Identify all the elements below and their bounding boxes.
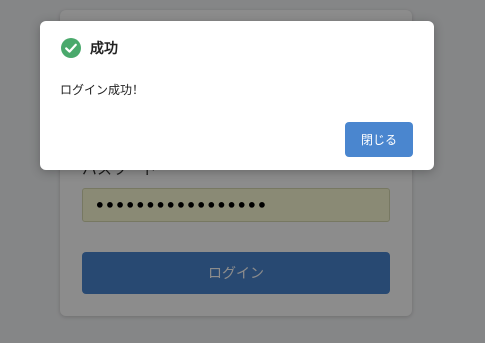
- dialog-message: ログイン成功！: [60, 83, 145, 97]
- close-button[interactable]: 閉じる: [345, 122, 413, 157]
- check-circle-icon: [60, 37, 82, 59]
- dialog-title: 成功: [90, 41, 118, 57]
- success-dialog: 成功 ログイン成功！ 閉じる: [40, 21, 434, 170]
- dialog-header: 成功: [60, 37, 118, 59]
